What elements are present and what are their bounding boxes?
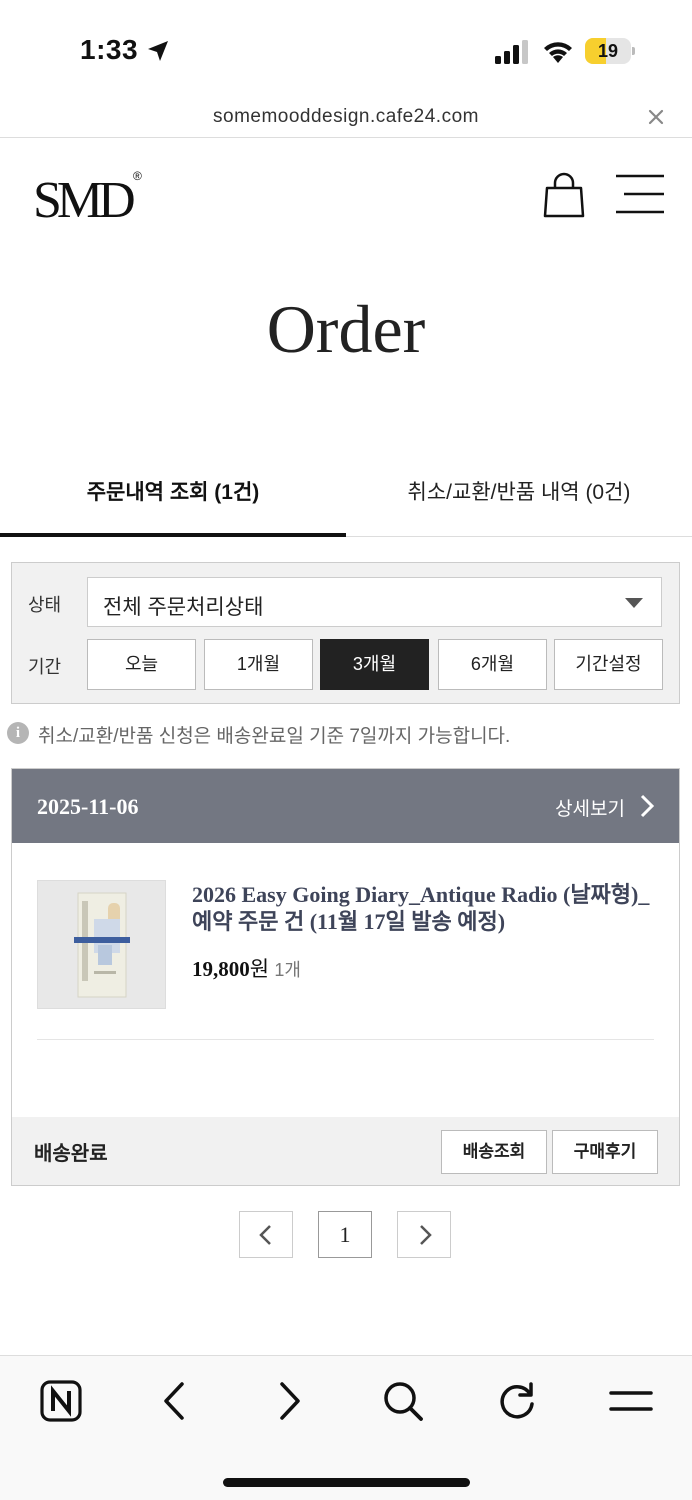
signal-icon <box>495 40 528 64</box>
menu-icon[interactable] <box>616 173 664 215</box>
period-6month-button[interactable]: 6개월 <box>438 639 547 690</box>
order-footer: 배송완료 배송조회 구매후기 <box>12 1117 679 1185</box>
product-price: 19,800 <box>192 957 250 981</box>
home-indicator <box>223 1478 470 1487</box>
period-1month-button[interactable]: 1개월 <box>204 639 313 690</box>
order-card: 2025-11-06 상세보기 2026 Easy Going Diary_An… <box>11 768 680 1186</box>
product-name[interactable]: 2026 Easy Going Diary_Antique Radio (날짜형… <box>192 881 662 935</box>
search-icon[interactable] <box>380 1378 426 1424</box>
period-today-button[interactable]: 오늘 <box>87 639 196 690</box>
menu-icon[interactable] <box>608 1378 654 1424</box>
url-bar[interactable]: somemooddesign.cafe24.com <box>0 100 692 138</box>
status-select[interactable]: 전체 주문처리상태 <box>87 577 662 627</box>
status-bar: 1:33 19 <box>0 0 692 100</box>
write-review-button[interactable]: 구매후기 <box>552 1130 658 1174</box>
detail-link-label[interactable]: 상세보기 <box>555 794 625 821</box>
status-time: 1:33 <box>80 34 139 65</box>
logo[interactable]: SMD <box>33 171 136 230</box>
registered-mark: ® <box>133 169 142 183</box>
filter-box: 상태 전체 주문처리상태 기간 오늘 1개월 3개월 6개월 기간설정 <box>11 562 680 704</box>
back-icon[interactable] <box>152 1378 198 1424</box>
order-header: 2025-11-06 상세보기 <box>12 769 679 843</box>
tab-cancel-exchange-return[interactable]: 취소/교환/반품 내역 (0건) <box>346 455 692 537</box>
info-icon: i <box>7 722 29 744</box>
period-filter-label: 기간 <box>28 657 62 677</box>
divider <box>37 1039 654 1040</box>
pagination-next-button[interactable] <box>397 1211 451 1258</box>
order-tabs: 주문내역 조회 (1건) 취소/교환/반품 내역 (0건) <box>0 455 692 537</box>
chevron-left-icon <box>259 1225 271 1245</box>
product-price-row: 19,800원 1개 <box>192 953 301 983</box>
battery-level: 19 <box>597 41 619 61</box>
chevron-down-icon <box>625 598 643 608</box>
wifi-icon <box>544 42 572 63</box>
period-3month-button[interactable]: 3개월 <box>320 639 429 690</box>
price-currency: 원 <box>249 957 270 981</box>
status-filter-label: 상태 <box>28 595 62 615</box>
close-icon[interactable] <box>646 107 666 127</box>
status-select-value: 전체 주문처리상태 <box>103 596 264 619</box>
naver-icon[interactable] <box>38 1378 84 1424</box>
chevron-right-icon <box>420 1225 432 1245</box>
page-title: Order <box>266 291 426 367</box>
site-header: SMD ® <box>0 139 692 249</box>
track-delivery-button[interactable]: 배송조회 <box>441 1130 547 1174</box>
order-status: 배송완료 <box>34 1143 108 1165</box>
notice-text: 취소/교환/반품 신청은 배송완료일 기준 7일까지 가능합니다. <box>38 726 511 747</box>
battery-indicator: 19 <box>585 38 635 64</box>
product-thumbnail[interactable] <box>37 880 166 1009</box>
pagination-prev-button[interactable] <box>239 1211 293 1258</box>
diary-product-image <box>38 881 165 1008</box>
order-date: 2025-11-06 <box>37 794 139 819</box>
reload-icon[interactable] <box>494 1378 540 1424</box>
forward-icon[interactable] <box>266 1378 312 1424</box>
period-custom-button[interactable]: 기간설정 <box>554 639 663 690</box>
notice: i 취소/교환/반품 신청은 배송완료일 기준 7일까지 가능합니다. <box>7 720 687 748</box>
chevron-right-icon[interactable] <box>639 794 655 818</box>
cart-icon[interactable] <box>543 172 585 218</box>
pagination-current-page[interactable]: 1 <box>318 1211 372 1258</box>
url-text[interactable]: somemooddesign.cafe24.com <box>0 106 692 128</box>
tab-order-history[interactable]: 주문내역 조회 (1건) <box>0 455 346 537</box>
product-quantity: 1개 <box>274 960 301 980</box>
location-arrow-icon <box>148 41 168 61</box>
browser-toolbar <box>0 1355 692 1500</box>
